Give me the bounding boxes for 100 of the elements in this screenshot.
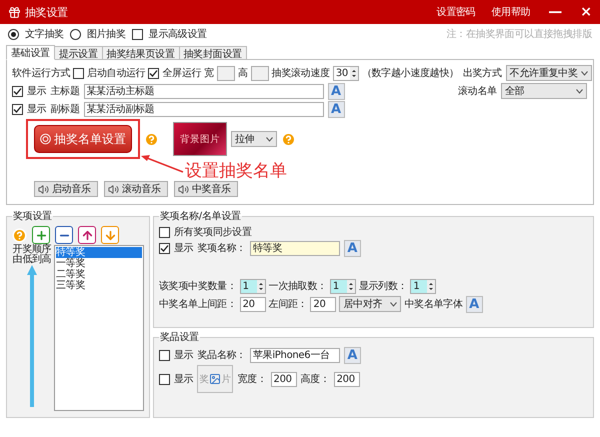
radio-label: 文字抽奖 (25, 28, 64, 41)
label: 出奖方式 (462, 66, 502, 80)
group-title: 奖项设置 (12, 210, 53, 223)
number-spinner[interactable]: 1 (240, 278, 266, 294)
spin-arrows-icon (427, 280, 436, 292)
number-spinner[interactable]: 1 (410, 278, 436, 294)
add-button[interactable] (32, 226, 50, 244)
font-button[interactable]: A (328, 100, 345, 118)
width-field[interactable]: 200 (270, 372, 297, 386)
list-item[interactable]: 二等奖 (56, 269, 142, 280)
radio-label: 图片抽奖 (86, 28, 126, 41)
tab[interactable]: 抽奖结果页设置 (102, 46, 180, 60)
width-field[interactable] (216, 66, 235, 80)
height-field[interactable]: 200 (334, 372, 360, 386)
remove-button[interactable] (55, 226, 73, 244)
checkbox-label: 显示高级设置 (148, 28, 207, 41)
checkbox[interactable] (73, 68, 84, 78)
speaker-icon (108, 184, 119, 194)
left-margin-field[interactable]: 20 (310, 296, 336, 312)
title-link[interactable]: 设置密码 (436, 5, 476, 19)
label: 奖品名称： (197, 349, 246, 362)
gift-icon (8, 6, 21, 18)
label: 该奖项中奖数量： (159, 280, 237, 293)
font-button[interactable]: A (344, 240, 361, 256)
label: 宽 (204, 66, 214, 80)
checkbox-label: 显示 (174, 242, 194, 255)
list-item[interactable]: 一等奖 (56, 258, 142, 269)
tab[interactable]: 抽奖封面设置 (178, 46, 247, 60)
number-spinner[interactable]: 1 (330, 278, 356, 294)
checkbox[interactable] (148, 68, 160, 78)
spin-arrows-icon (350, 66, 358, 80)
speaker-icon (178, 184, 189, 194)
checkbox-label: 显示 (174, 373, 194, 386)
label: 显示列数： (358, 280, 408, 293)
arrow-down-icon (104, 228, 116, 242)
background-image-button[interactable]: 背景图片 (173, 122, 227, 156)
checkbox[interactable] (12, 86, 23, 96)
checkbox-label: 启动自动运行 (87, 66, 146, 80)
music-button[interactable]: 滚动音乐 (104, 181, 168, 197)
font-button[interactable]: A (328, 82, 345, 100)
move-up-button[interactable] (78, 226, 96, 244)
checkbox-label: 所有奖项同步设置 (174, 226, 252, 239)
hint-text: 注：在抽奖界面可以直接拖拽排版 (446, 28, 592, 41)
checkbox[interactable] (12, 104, 23, 114)
number-spinner[interactable]: 30 (332, 66, 359, 80)
window-title: 抽奖设置 (25, 4, 69, 20)
title-link[interactable]: 使用帮助 (491, 5, 530, 19)
hint-text: （数字越小速度越快） (362, 66, 459, 80)
list-settings-button[interactable]: 抽奖名单设置 (34, 125, 132, 153)
title-field[interactable]: 某某活动副标题 (84, 102, 324, 116)
minimize-button[interactable]: — (548, 4, 562, 20)
dropdown[interactable]: 居中对齐 (339, 296, 402, 312)
title-field[interactable]: 某某活动主标题 (84, 84, 324, 98)
label: 中奖名单字体 (404, 298, 463, 311)
label: 副标题 (50, 102, 80, 116)
dropdown[interactable]: 全部 (500, 83, 587, 99)
label: 左间距： (268, 298, 308, 311)
checkbox[interactable] (159, 242, 170, 254)
item-name-field[interactable]: 苹果iPhone6一台 (250, 348, 340, 362)
radio-button[interactable] (70, 28, 81, 40)
checkbox-label: 显示 (27, 103, 46, 116)
top-margin-field[interactable]: 20 (240, 296, 266, 312)
label: 主标题 (50, 84, 80, 98)
list-item[interactable]: 特等奖 (56, 247, 142, 258)
speaker-icon (38, 184, 49, 194)
tab[interactable]: 提示设置 (54, 46, 103, 60)
chevron-icon (580, 70, 588, 76)
plus-icon (34, 228, 48, 242)
tab[interactable]: 基础设置 (6, 45, 55, 60)
music-button[interactable]: 启动音乐 (34, 181, 98, 197)
group-title: 奖项名称/名单设置 (159, 210, 242, 223)
spin-arrows-icon (256, 280, 265, 292)
arrow-up-icon (80, 228, 94, 242)
dropdown[interactable]: 不允许重复中奖 (506, 65, 592, 81)
font-button[interactable]: A (466, 296, 483, 312)
image-icon (209, 373, 222, 385)
height-field[interactable] (250, 66, 269, 80)
chevron-icon (266, 136, 273, 142)
label: 宽度： (237, 372, 267, 386)
checkbox[interactable] (159, 226, 170, 238)
order-label: 开奖顺序 (12, 245, 52, 255)
order-label: 由低到高 (12, 255, 52, 265)
font-button[interactable]: A (344, 346, 361, 364)
checkbox[interactable] (159, 350, 170, 360)
close-button[interactable]: × (580, 4, 592, 20)
spin-arrows-icon (346, 280, 355, 292)
prize-name-field[interactable]: 特等奖 (250, 240, 340, 256)
dropdown[interactable]: 拉伸 (231, 131, 277, 147)
checkbox[interactable] (132, 28, 143, 40)
radio-button[interactable] (8, 28, 19, 40)
checkbox-label: 显示 (27, 85, 46, 98)
label: 高度： (300, 372, 330, 386)
music-button[interactable]: 中奖音乐 (174, 181, 238, 197)
label: 奖项名称： (197, 242, 246, 255)
label: 一次抽取数： (268, 280, 327, 293)
label: 滚动名单 (458, 84, 497, 98)
chevron-icon (390, 302, 398, 306)
list-item[interactable]: 三等奖 (56, 280, 142, 291)
checkbox[interactable] (159, 374, 170, 384)
label: 中奖名单上间距： (159, 298, 237, 311)
